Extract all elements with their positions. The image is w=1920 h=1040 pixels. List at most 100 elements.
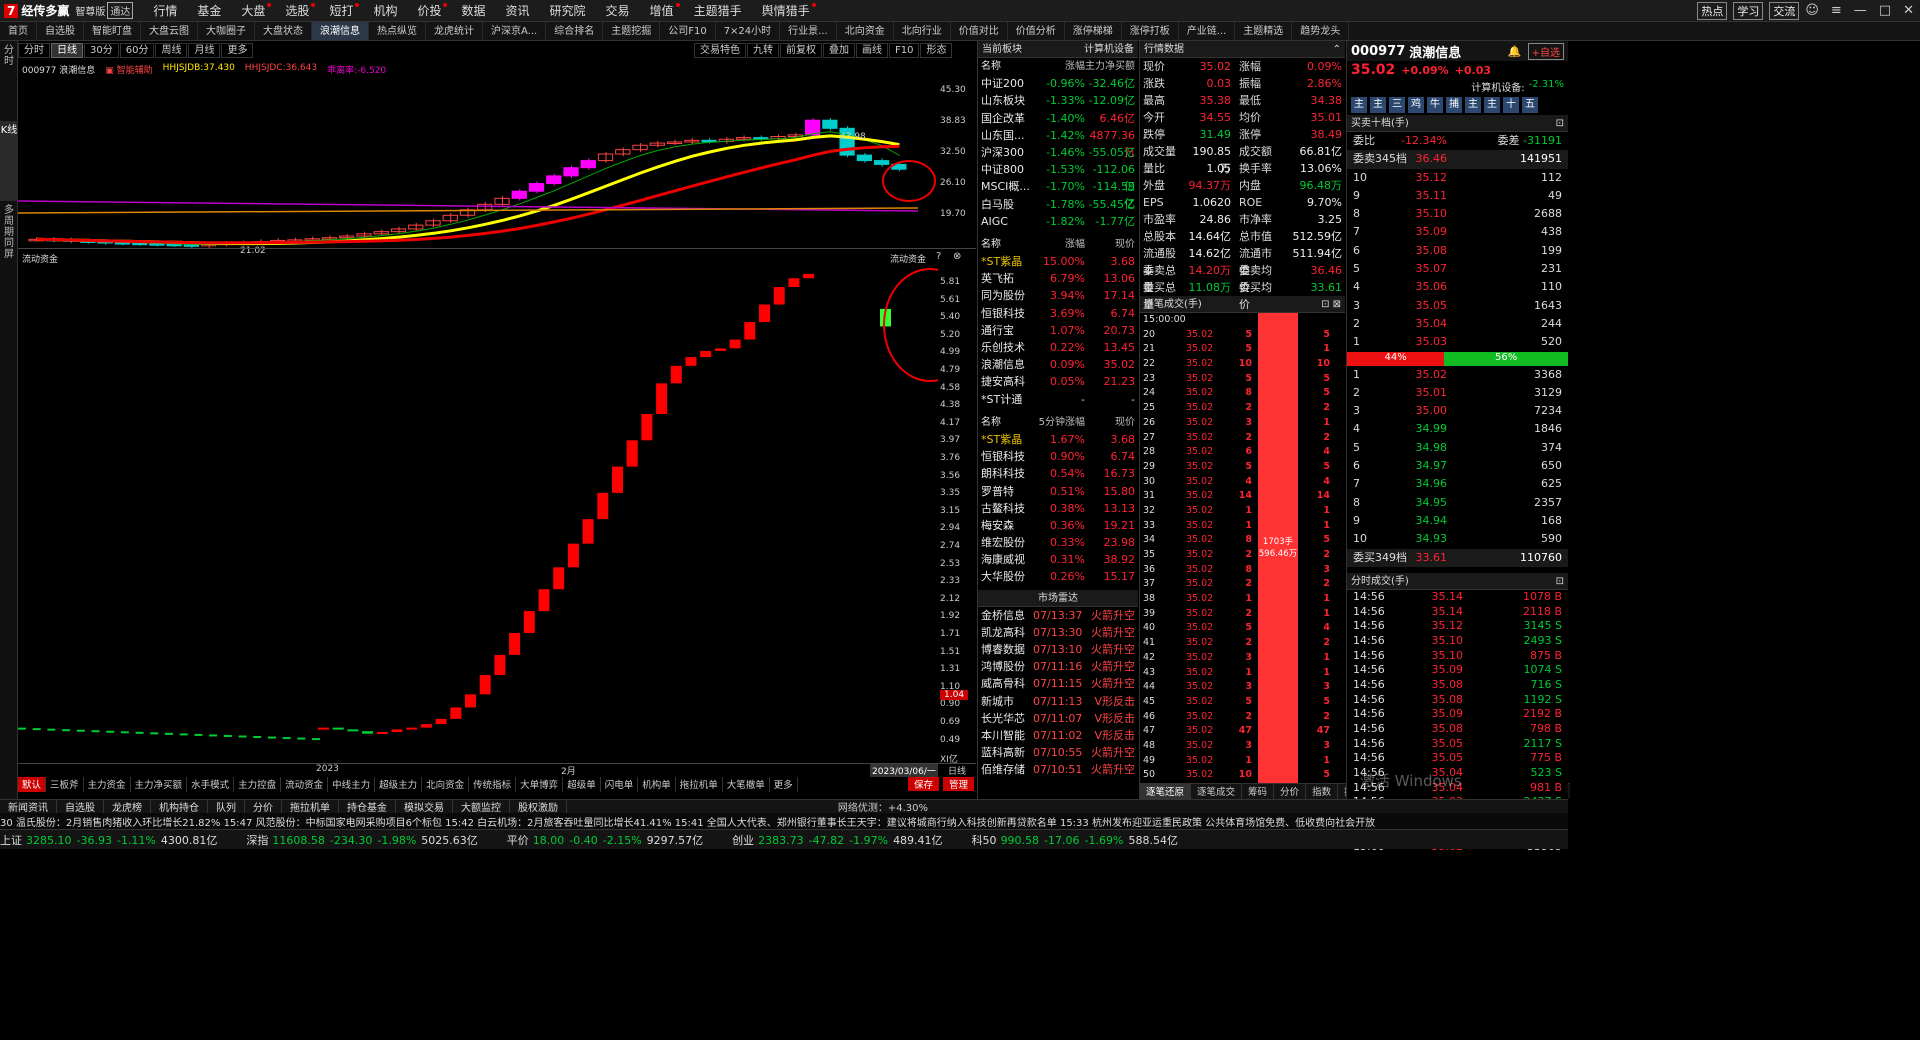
list-item[interactable]: AIGC -1.82% -1.77亿: [978, 213, 1138, 230]
tab-item[interactable]: 大咖圈子: [198, 22, 255, 40]
bottom-tab[interactable]: 逐笔成交: [1191, 784, 1243, 799]
quick-button[interactable]: 鸡: [1408, 97, 1424, 113]
order-level[interactable]: 8 35.10 2688: [1347, 205, 1568, 223]
quick-button[interactable]: 主: [1484, 97, 1500, 113]
help-icon[interactable]: ?: [936, 251, 941, 262]
chart-tool-button[interactable]: 画线: [856, 43, 888, 58]
order-level[interactable]: 5 34.98 374: [1347, 439, 1568, 457]
order-level[interactable]: 1 35.03 520: [1347, 333, 1568, 351]
index-item[interactable]: 科50 990.58 -17.06 -1.69% 588.54亿: [972, 832, 1183, 848]
list-item[interactable]: 古鳌科技 0.38% 13.13: [978, 500, 1138, 517]
tab-item[interactable]: 主题挖掘: [603, 22, 661, 40]
tab-item[interactable]: 首页: [0, 22, 37, 40]
tab-item[interactable]: 行业景...: [780, 22, 837, 40]
indicator-tab[interactable]: 拖拉机单: [676, 777, 723, 792]
order-level[interactable]: 9 35.11 49: [1347, 187, 1568, 205]
order-level[interactable]: 9 34.94 168: [1347, 512, 1568, 530]
order-level[interactable]: 4 35.06 110: [1347, 278, 1568, 296]
index-item[interactable]: 创业 2383.73 -47.82 -1.97% 489.41亿: [732, 832, 947, 848]
list-item[interactable]: 山东板块 -1.33% -12.09亿: [978, 92, 1138, 109]
bottom-button[interactable]: 大额监控: [453, 799, 510, 814]
list-item[interactable]: 中证800 -1.53% -112.06亿: [978, 161, 1138, 193]
user-icon[interactable]: ☺: [1799, 3, 1825, 18]
order-level[interactable]: 10 34.93 590: [1347, 530, 1568, 548]
left-tab[interactable]: 多周期同屏: [0, 201, 18, 291]
quick-button[interactable]: 主: [1351, 97, 1367, 113]
menu-item[interactable]: 资讯: [496, 2, 540, 19]
index-item[interactable]: 上证 3285.10 -36.93 -1.11% 4300.81亿: [0, 832, 222, 848]
tab-item[interactable]: 价值对比: [951, 22, 1008, 40]
period-tab[interactable]: 周线: [155, 43, 188, 58]
panel-button[interactable]: 保存: [908, 777, 940, 791]
list-item[interactable]: 通行宝 1.07% 20.73: [978, 322, 1138, 339]
bottom-button[interactable]: 股权激励: [510, 799, 567, 814]
period-tab[interactable]: 30分: [84, 43, 119, 58]
bottom-button[interactable]: 拖拉机单: [282, 799, 339, 814]
radar-item[interactable]: 蓝科高新 07/10:55 火箭升空: [978, 744, 1138, 761]
menu-item[interactable]: 研究院: [540, 2, 596, 19]
bell-icon[interactable]: 🔔: [1508, 45, 1522, 58]
period-tab[interactable]: 分时: [18, 43, 50, 58]
tab-item[interactable]: 产业链...: [1179, 22, 1236, 40]
order-level[interactable]: 1 35.02 3368: [1347, 366, 1568, 384]
chart-tool-button[interactable]: 形态: [920, 43, 953, 58]
bottom-tab[interactable]: 筹码: [1242, 784, 1275, 799]
tab-item[interactable]: 涨停打板: [1122, 22, 1179, 40]
tab-item[interactable]: 涨停梯梯: [1065, 22, 1122, 40]
bottom-button[interactable]: 自选股: [57, 799, 104, 814]
list-item[interactable]: 浪潮信息 0.09% 35.02: [978, 356, 1138, 373]
list-item[interactable]: 梅安森 0.36% 19.21: [978, 517, 1138, 534]
bottom-button[interactable]: 机构持仓: [151, 799, 208, 814]
list-item[interactable]: 国企改革 -1.40% 6.46亿: [978, 110, 1138, 127]
bottom-tab[interactable]: 分价: [1274, 784, 1307, 799]
indicator-tab[interactable]: 北向资金: [422, 777, 470, 792]
indicator-tab[interactable]: 默认: [18, 777, 47, 792]
list-item[interactable]: 沪深300 -1.46% -55.05亿: [978, 144, 1138, 161]
bottom-tab[interactable]: 指数: [1306, 784, 1339, 799]
top-right-button[interactable]: 交流: [1769, 1, 1800, 20]
indicator-tab[interactable]: 机构单: [638, 777, 676, 792]
indicator-tab[interactable]: 超级主力: [375, 777, 423, 792]
tab-item[interactable]: 公司F10: [660, 22, 716, 40]
quick-button[interactable]: 五: [1522, 97, 1538, 113]
indicator-tab[interactable]: 主力净买额: [131, 777, 188, 792]
indicator-tab[interactable]: 大笔撤单: [723, 777, 770, 792]
radar-item[interactable]: 金桥信息 07/13:37 火箭升空: [978, 607, 1138, 624]
tab-item[interactable]: 热点纵览: [369, 22, 426, 40]
list-item[interactable]: 白马股 -1.78% -55.45亿: [978, 196, 1138, 213]
close-icon[interactable]: ✕: [1897, 3, 1920, 18]
bottom-button[interactable]: 持仓基金: [339, 799, 396, 814]
period-tab[interactable]: 更多: [221, 43, 254, 58]
radar-item[interactable]: 佰维存储 07/10:51 火箭升空: [978, 761, 1138, 778]
kline-chart-panel[interactable]: 分时 日线 30分 60分 周线 月线 更多 交易特色 九转 前复权 叠加 画线 F10 形态 0009…: [18, 41, 976, 799]
menu-item[interactable]: 价投: [407, 2, 451, 19]
order-level[interactable]: 4 34.99 1846: [1347, 420, 1568, 438]
order-level[interactable]: 10 35.12 112: [1347, 169, 1568, 187]
add-watchlist-button[interactable]: +自选: [1527, 42, 1564, 60]
bottom-button[interactable]: 分价: [245, 799, 282, 814]
radar-item[interactable]: 本川智能 07/11:02 V形反击: [978, 727, 1138, 744]
tab-item[interactable]: 北向资金: [837, 22, 894, 40]
list-item[interactable]: *ST计通 - -: [978, 391, 1138, 408]
close-panel-icon[interactable]: ⊗: [953, 251, 961, 262]
list-item[interactable]: *ST紫晶 15.00% 3.68: [978, 253, 1138, 270]
order-level[interactable]: 7 35.09 438: [1347, 223, 1568, 241]
indicator-tab[interactable]: 大单博弈: [516, 777, 564, 792]
list-item[interactable]: 罗普特 0.51% 15.80: [978, 483, 1138, 500]
indicator-tab[interactable]: 中线主力: [328, 777, 376, 792]
period-tab[interactable]: 60分: [119, 43, 155, 58]
list-item[interactable]: 英飞拓 6.79% 13.06: [978, 270, 1138, 287]
period-tab[interactable]: 月线: [188, 43, 221, 58]
chart-tool-button[interactable]: 九转: [747, 43, 779, 58]
tab-item[interactable]: 趋势龙头: [1292, 22, 1350, 40]
radar-item[interactable]: 凯龙高科 07/13:30 火箭升空: [978, 624, 1138, 641]
tab-item[interactable]: 浪潮信息: [312, 22, 369, 40]
indicator-tab[interactable]: 闪电单: [601, 777, 639, 792]
radar-item[interactable]: 长光华芯 07/11:07 V形反击: [978, 710, 1138, 727]
order-level[interactable]: 6 35.08 199: [1347, 242, 1568, 260]
panel-button[interactable]: 管理: [943, 777, 975, 791]
list-item[interactable]: MSCI概... -1.70% -114.59亿: [978, 178, 1138, 210]
list-item[interactable]: 中证200 -0.96% -32.46亿: [978, 75, 1138, 92]
menu-item[interactable]: 短打: [319, 2, 363, 19]
indicator-tab[interactable]: 流动资金: [281, 777, 329, 792]
